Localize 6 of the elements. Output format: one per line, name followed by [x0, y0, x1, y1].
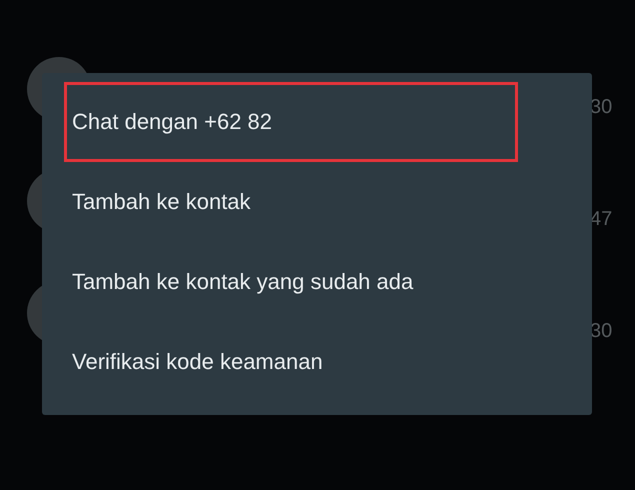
menu-item[interactable]: Tambah ke kontak: [64, 162, 518, 242]
menu-item[interactable]: Chat dengan +62 82: [64, 82, 518, 162]
chat-time: 30: [590, 96, 612, 119]
menu-item[interactable]: Verifikasi kode keamanan: [64, 322, 518, 402]
menu-item[interactable]: Tambah ke kontak yang sudah ada: [64, 242, 518, 322]
chat-time: 30: [590, 320, 612, 343]
